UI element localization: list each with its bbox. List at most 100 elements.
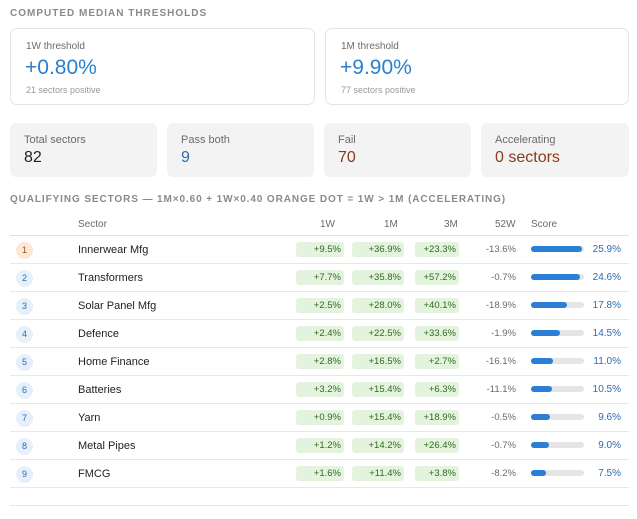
return-1m-pill: +36.9% bbox=[352, 242, 404, 257]
stat-label: Fail bbox=[338, 134, 356, 146]
return-3m-pill: +3.8% bbox=[415, 466, 459, 481]
return-1m-pill: +15.4% bbox=[352, 410, 404, 425]
return-3m-pill: +18.9% bbox=[415, 410, 459, 425]
sector-name: Yarn bbox=[78, 412, 101, 424]
table-row[interactable]: 6 Batteries +3.2% +15.4% +6.3% -11.1% 10.5% bbox=[10, 376, 629, 404]
return-1w-pill: +7.7% bbox=[296, 270, 344, 285]
sector-name: Innerwear Mfg bbox=[78, 244, 149, 256]
table-row[interactable]: 9 FMCG +1.6% +11.4% +3.8% -8.2% 7.5% bbox=[10, 460, 629, 488]
return-1w-pill: +2.4% bbox=[296, 326, 344, 341]
return-3m-pill: +2.7% bbox=[415, 354, 459, 369]
column-header-1m[interactable]: 1M bbox=[384, 219, 398, 230]
stat-total-sectors: Total sectors 82 bbox=[10, 123, 157, 177]
return-3m-pill: +57.2% bbox=[415, 270, 459, 285]
score-bar-fill bbox=[531, 442, 550, 448]
table-row[interactable]: 3 Solar Panel Mfg +2.5% +28.0% +40.1% -18.9% 1… bbox=[10, 292, 629, 320]
table-row[interactable]: 4 Defence +2.4% +22.5% +33.6% -1.9% 14.5% bbox=[10, 320, 629, 348]
table-header: Sector 1W 1M 3M 52W Score bbox=[10, 214, 629, 236]
return-1w-pill: +1.2% bbox=[296, 438, 344, 453]
sector-name: Defence bbox=[78, 328, 119, 340]
threshold-sub: 21 sectors positive bbox=[26, 85, 101, 95]
column-header-52w[interactable]: 52W bbox=[495, 219, 516, 230]
return-3m-pill: +6.3% bbox=[415, 382, 459, 397]
score-bar-fill bbox=[531, 274, 581, 280]
score-bar-track bbox=[531, 442, 584, 448]
rank-badge: 3 bbox=[16, 298, 33, 315]
score-bar-fill bbox=[531, 302, 567, 308]
rank-badge: 2 bbox=[16, 270, 33, 287]
score-value: 9.6% bbox=[598, 412, 621, 423]
score-value: 10.5% bbox=[592, 384, 621, 395]
return-52w: -0.7% bbox=[491, 440, 516, 451]
return-52w: -1.9% bbox=[491, 328, 516, 339]
score-bar-fill bbox=[531, 386, 553, 392]
return-52w: -0.7% bbox=[491, 272, 516, 283]
threshold-value: +9.90% bbox=[340, 56, 412, 79]
column-header-score[interactable]: Score bbox=[531, 219, 557, 230]
return-1m-pill: +11.4% bbox=[352, 466, 404, 481]
score-bar-fill bbox=[531, 330, 561, 336]
return-52w: -11.1% bbox=[486, 384, 516, 395]
score-value: 11.0% bbox=[593, 356, 621, 367]
score-bar-track bbox=[531, 274, 584, 280]
score-bar-fill bbox=[531, 358, 554, 364]
stat-pass-both: Pass both 9 bbox=[167, 123, 314, 177]
return-52w: -8.2% bbox=[491, 468, 516, 479]
sector-name: FMCG bbox=[78, 468, 111, 480]
stat-value: 82 bbox=[24, 149, 42, 166]
stat-value: 9 bbox=[181, 149, 190, 166]
score-bar-track bbox=[531, 358, 584, 364]
sector-name: Batteries bbox=[78, 384, 122, 396]
return-1w-pill: +2.5% bbox=[296, 298, 344, 313]
return-1w-pill: +3.2% bbox=[296, 382, 344, 397]
return-1m-pill: +28.0% bbox=[352, 298, 404, 313]
rank-badge: 5 bbox=[16, 354, 33, 371]
return-52w: -13.6% bbox=[485, 244, 516, 255]
score-value: 7.5% bbox=[598, 468, 621, 479]
return-1w-pill: +9.5% bbox=[296, 242, 344, 257]
column-header-3m[interactable]: 3M bbox=[444, 219, 458, 230]
return-1w-pill: +2.8% bbox=[296, 354, 344, 369]
score-bar-track bbox=[531, 330, 584, 336]
rank-badge: 1 bbox=[16, 242, 33, 259]
table-row[interactable]: 1 Innerwear Mfg +9.5% +36.9% +23.3% -13.6% 25.… bbox=[10, 236, 629, 264]
column-header-1w[interactable]: 1W bbox=[320, 219, 335, 230]
qualifying-title: QUALIFYING SECTORS — 1M×0.60 + 1W×0.40 O… bbox=[10, 194, 507, 205]
score-value: 24.6% bbox=[592, 272, 621, 283]
stat-label: Total sectors bbox=[24, 134, 86, 146]
return-3m-pill: +26.4% bbox=[415, 438, 459, 453]
sector-name: Metal Pipes bbox=[78, 440, 136, 452]
sector-name: Home Finance bbox=[78, 356, 150, 368]
score-value: 9.0% bbox=[598, 440, 621, 451]
score-bar-track bbox=[531, 246, 584, 252]
return-3m-pill: +33.6% bbox=[415, 326, 459, 341]
table-row[interactable]: 7 Yarn +0.9% +15.4% +18.9% -0.5% 9.6% bbox=[10, 404, 629, 432]
return-1w-pill: +1.6% bbox=[296, 466, 344, 481]
return-1w-pill: +0.9% bbox=[296, 410, 344, 425]
table-row[interactable]: 8 Metal Pipes +1.2% +14.2% +26.4% -0.7% 9.0% bbox=[10, 432, 629, 460]
return-1m-pill: +16.5% bbox=[352, 354, 404, 369]
score-bar-fill bbox=[531, 414, 551, 420]
return-1m-pill: +14.2% bbox=[352, 438, 404, 453]
return-1m-pill: +22.5% bbox=[352, 326, 404, 341]
threshold-card-1m: 1M threshold +9.90% 77 sectors positive bbox=[325, 28, 629, 105]
stat-fail: Fail 70 bbox=[324, 123, 471, 177]
sector-name: Transformers bbox=[78, 272, 143, 284]
return-52w: -16.1% bbox=[485, 356, 516, 367]
rank-badge: 8 bbox=[16, 438, 33, 455]
divider bbox=[10, 505, 629, 506]
column-header-sector[interactable]: Sector bbox=[78, 219, 107, 230]
table-row[interactable]: 2 Transformers +7.7% +35.8% +57.2% -0.7% 24.6% bbox=[10, 264, 629, 292]
rank-badge: 6 bbox=[16, 382, 33, 399]
stat-value: 70 bbox=[338, 149, 356, 166]
score-bar-track bbox=[531, 470, 584, 476]
stat-label: Accelerating bbox=[495, 134, 556, 146]
return-1m-pill: +35.8% bbox=[352, 270, 404, 285]
rank-badge: 9 bbox=[16, 466, 33, 483]
thresholds-title: COMPUTED MEDIAN THRESHOLDS bbox=[10, 8, 208, 19]
rank-badge: 7 bbox=[16, 410, 33, 427]
return-52w: -18.9% bbox=[485, 300, 516, 311]
table-row[interactable]: 5 Home Finance +2.8% +16.5% +2.7% -16.1% 11.0% bbox=[10, 348, 629, 376]
rank-badge: 4 bbox=[16, 326, 33, 343]
score-bar-track bbox=[531, 386, 584, 392]
